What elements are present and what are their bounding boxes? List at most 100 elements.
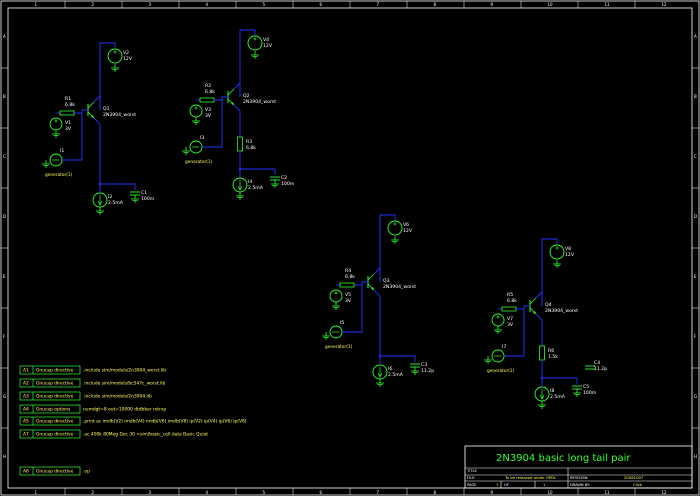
ground-symbol xyxy=(376,379,384,387)
generator-label: generator(1) xyxy=(487,368,515,374)
resistor-ref: R4 xyxy=(345,268,351,274)
source-value: 3V xyxy=(205,113,212,119)
capacitor xyxy=(130,191,140,196)
capacitor xyxy=(270,176,280,181)
frame-column-number: 4 xyxy=(206,490,209,495)
current-source-ref: I2 xyxy=(108,194,112,200)
directive-ref: A5 xyxy=(23,419,29,425)
transistor xyxy=(227,88,235,106)
base-source xyxy=(49,117,63,131)
supply-ref: V8 xyxy=(565,246,571,252)
resistor-value: 6.8k xyxy=(345,274,355,280)
transistor-model: 2N3904_worst xyxy=(383,284,416,290)
directive-a4: A4 Gnucap options numdgt=8 out=10000 dtdbb… xyxy=(19,404,167,414)
schematic-svg: 112233445566778899101011111212A AB BC CD DE E… xyxy=(0,0,700,496)
current-source-value: 2.5mA xyxy=(248,185,264,191)
directive-a5: A5 Gnucap directive .print ac imdb(V2) imd… xyxy=(19,416,247,426)
frame-column-number: 1 xyxy=(35,2,38,7)
ground-symbol xyxy=(42,160,50,168)
title-block: 2N3904 basic long tail pair TITLE FILE: … xyxy=(464,445,693,489)
capacitor xyxy=(572,385,582,390)
frame-row-letter: A xyxy=(3,34,6,39)
ground-symbol xyxy=(494,326,502,334)
directive-a3: A3 Gnucap directive .include sim/models/2n… xyxy=(19,391,152,401)
supply-wire xyxy=(99,42,116,110)
circuits: V212VQ12N3904_worstR16.8kV13VI1generator… xyxy=(42,29,607,409)
frame-row-letter: E xyxy=(3,274,6,279)
extra-cap-ref: C4 xyxy=(594,360,600,366)
directive-ref: A4 xyxy=(23,407,29,413)
frame-row-letter: C xyxy=(3,154,6,159)
directive-text: .print ac imdb(V2) imdb(V4) imdb(V6) imd… xyxy=(83,419,247,425)
source-ref: V1 xyxy=(65,120,71,126)
supply-source xyxy=(387,220,403,236)
source-ref: V3 xyxy=(205,107,211,113)
supply-value: 12V xyxy=(123,56,133,62)
ground-symbol xyxy=(573,389,581,397)
directive-type: Gnucap directive xyxy=(36,381,74,387)
frame-row-letter: G xyxy=(3,394,6,399)
circuit-2: V412VQ22N3904_worstR26.8kV33VI3generator… xyxy=(182,29,295,200)
revision-label: REVISION: xyxy=(570,476,588,480)
directive-type: Gnucap directive xyxy=(36,368,74,374)
source-ref: V7 xyxy=(507,316,513,322)
frame-row-letter: D xyxy=(3,214,6,219)
base-resistor xyxy=(501,306,517,312)
emitter-resistor-ref: R3 xyxy=(246,139,252,145)
ground-symbol xyxy=(391,236,399,244)
generator-ref: I5 xyxy=(340,320,344,326)
frame-column-number: 11 xyxy=(605,490,611,495)
circuit-3: V612V Q32N3904_worst R46.8k V53V I5 generator… xyxy=(322,214,434,387)
ground-symbol xyxy=(96,207,104,215)
supply-value: 12V xyxy=(263,43,273,49)
directive-a7: A7 Gnucap directive .ac 400k 80Meg Dec 30 … xyxy=(19,429,208,439)
supply-wire xyxy=(239,29,256,97)
current-source xyxy=(372,364,388,380)
frame-row-letter: C xyxy=(694,154,697,159)
frame-column-number: 5 xyxy=(263,2,266,7)
cap-ref: C1 xyxy=(141,190,147,196)
current-source xyxy=(232,177,248,193)
frame-column-number: 1 xyxy=(35,490,38,495)
frame-row-letter: E xyxy=(694,274,697,279)
current-source-value: 2.5mA xyxy=(550,394,566,400)
ground-symbol xyxy=(322,332,330,340)
current-source-value: 2.5mA xyxy=(388,372,404,378)
frame-row-letter: H xyxy=(694,454,697,459)
transistor-model: 2N3904_worst xyxy=(243,99,276,105)
of-label: OF xyxy=(504,483,509,487)
directive-a1: A1 Gnucap directive .include sim/models/2n… xyxy=(19,365,166,375)
directive-ref: A2 xyxy=(23,381,29,387)
transistor xyxy=(529,297,537,315)
source-value: 3V xyxy=(65,126,72,132)
ground-symbol xyxy=(236,192,244,200)
directive-ref: A7 xyxy=(23,432,29,438)
ground-symbol xyxy=(251,51,259,59)
base-resistor xyxy=(199,97,215,103)
cap-value: 100m xyxy=(141,196,155,202)
current-source-ref: I4 xyxy=(248,179,252,185)
frame-row-letter: F xyxy=(694,334,697,339)
base-source xyxy=(491,313,505,327)
cap-value: 100m xyxy=(281,181,295,187)
cap-ref: C5 xyxy=(583,384,589,390)
directive-list: A1 Gnucap directive .include sim/models/2n… xyxy=(19,365,247,476)
frame-column-number: 9 xyxy=(491,2,494,7)
supply-value: 12V xyxy=(403,228,413,234)
directive-a6: A6 Gnucap directive .op xyxy=(19,466,90,476)
directive-text: .ac 400k 80Meg Dec 30 >sim/basic_cell.da… xyxy=(83,432,208,438)
ground-symbol xyxy=(52,130,60,138)
frame-column-number: 7 xyxy=(377,490,380,495)
transistor-ref: Q3 xyxy=(383,278,390,284)
frame-row-letter: B xyxy=(694,94,697,99)
supply-ref: V6 xyxy=(403,222,409,228)
current-source-value: 2.5mA xyxy=(108,200,124,206)
cap-ref: C3 xyxy=(421,362,427,368)
current-source xyxy=(92,192,108,208)
supply-source xyxy=(549,244,565,260)
ground-symbol xyxy=(131,195,139,203)
frame-row-letter: A xyxy=(694,34,697,39)
supply-ref: V4 xyxy=(263,37,269,43)
supply-value: 12V xyxy=(565,252,575,258)
directive-text: .op xyxy=(83,470,90,475)
